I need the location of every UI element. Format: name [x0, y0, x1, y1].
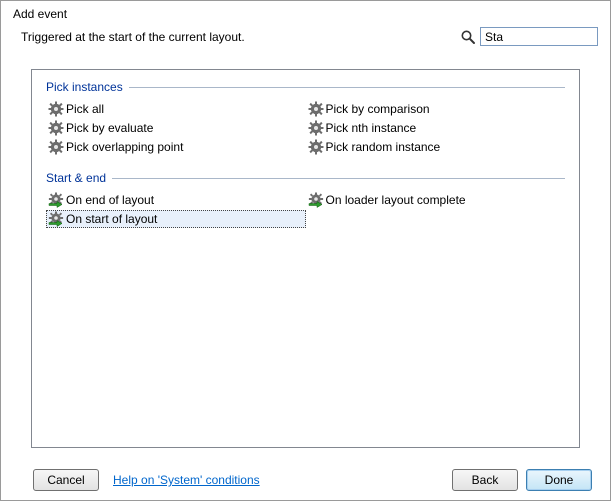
condition-item-on-start-of-layout[interactable]: On start of layout — [46, 210, 306, 228]
gear-icon — [48, 101, 64, 117]
group-column: Pick by comparison Pick nth instance Pick … — [306, 100, 566, 157]
gear-arrow-icon — [308, 192, 324, 208]
condition-item-label: On loader layout complete — [326, 193, 466, 207]
condition-item-label: Pick by evaluate — [66, 121, 153, 135]
group-header: Start & end — [46, 171, 565, 185]
gear-icon — [48, 120, 64, 136]
group-column: On end of layout On start of layout — [46, 191, 306, 229]
group-start-end: Start & end On end of layout On start of l… — [46, 171, 565, 229]
condition-item-label: Pick nth instance — [326, 121, 417, 135]
group-header: Pick instances — [46, 80, 565, 94]
gear-icon — [308, 101, 324, 117]
group-divider — [129, 87, 565, 88]
condition-item-label: On end of layout — [66, 193, 154, 207]
condition-item-pick-overlapping-point[interactable]: Pick overlapping point — [46, 138, 306, 156]
search-container — [460, 27, 598, 46]
group-pick-instances: Pick instancesPick allPick by evaluatePi… — [46, 80, 565, 157]
condition-item-label: Pick overlapping point — [66, 140, 183, 154]
condition-item-pick-random-instance[interactable]: Pick random instance — [306, 138, 566, 156]
done-button[interactable]: Done — [526, 469, 592, 491]
dialog-title: Add event — [1, 1, 610, 23]
group-divider — [112, 178, 565, 179]
condition-item-label: On start of layout — [66, 212, 157, 226]
condition-item-label: Pick random instance — [326, 140, 441, 154]
group-column: On loader layout complete — [306, 191, 566, 229]
group-items: On end of layout On start of layout On loa… — [46, 191, 565, 229]
gear-arrow-icon — [48, 192, 64, 208]
gear-icon — [308, 139, 324, 155]
condition-item-on-end-of-layout[interactable]: On end of layout — [46, 191, 306, 209]
group-items: Pick all Pick by evaluate Pick overlapping… — [46, 100, 565, 157]
description-row: Triggered at the start of the current la… — [1, 23, 610, 54]
gear-icon — [48, 139, 64, 155]
dialog-footer: Cancel Help on 'System' conditions Back … — [1, 460, 610, 500]
condition-item-pick-by-comparison[interactable]: Pick by comparison — [306, 100, 566, 118]
condition-item-pick-nth-instance[interactable]: Pick nth instance — [306, 119, 566, 137]
back-button[interactable]: Back — [452, 469, 518, 491]
description-text: Triggered at the start of the current la… — [21, 30, 245, 44]
condition-item-pick-all[interactable]: Pick all — [46, 100, 306, 118]
cancel-button[interactable]: Cancel — [33, 469, 99, 491]
search-icon — [460, 29, 476, 45]
gear-arrow-icon — [48, 211, 64, 227]
help-link[interactable]: Help on 'System' conditions — [113, 473, 260, 487]
group-column: Pick all Pick by evaluate Pick overlapping… — [46, 100, 306, 157]
add-event-dialog: Add event Triggered at the start of the … — [0, 0, 611, 501]
gear-icon — [308, 120, 324, 136]
condition-item-on-loader-layout-complete[interactable]: On loader layout complete — [306, 191, 566, 209]
condition-item-label: Pick by comparison — [326, 102, 430, 116]
conditions-list-panel: Pick instancesPick allPick by evaluatePi… — [31, 69, 580, 448]
search-input[interactable] — [480, 27, 598, 46]
condition-item-label: Pick all — [66, 102, 104, 116]
group-title: Start & end — [46, 171, 106, 185]
group-title: Pick instances — [46, 80, 123, 94]
condition-item-pick-by-evaluate[interactable]: Pick by evaluate — [46, 119, 306, 137]
